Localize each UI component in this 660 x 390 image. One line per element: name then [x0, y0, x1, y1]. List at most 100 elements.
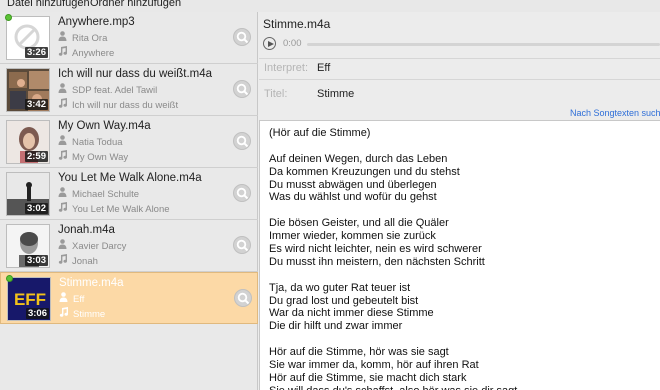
- track-artist: Xavier Darcy: [58, 239, 126, 252]
- music-note-icon: [58, 46, 68, 59]
- track-artist: SDP feat. Adel Tawil: [58, 83, 157, 96]
- track-artist-text: Michael Schulte: [72, 189, 140, 200]
- menu-bar: Datei hinzufügen Ordner hinzufügen: [0, 0, 660, 12]
- lyric-line: War da nicht immer diese Stimme: [269, 307, 434, 320]
- lyric-line: Tja, da wo guter Rat teuer ist: [269, 281, 411, 294]
- search-lyrics-link[interactable]: Nach Songtexten such: [570, 108, 660, 118]
- lyric-line: Es wird nicht leichter, nein es wird sch…: [269, 243, 482, 256]
- track-title: Anywhere.mp3: [58, 16, 135, 28]
- album-art: EFF 3:06: [7, 277, 51, 321]
- track-artist-text: Eff: [73, 294, 85, 305]
- person-icon: [58, 83, 68, 96]
- lyric-line: Hör auf die Stimme, sie macht dich stark: [269, 371, 467, 384]
- lyric-line: [269, 140, 660, 153]
- player-time: 0:00: [283, 38, 302, 49]
- track-list: 3:26 Anywhere.mp3 Rita Ora Anywhere 3:42 Ich …: [0, 12, 258, 390]
- track-row[interactable]: 3:42 Ich will nur dass du weißt.m4a SDP fe…: [0, 64, 258, 116]
- lyric-line: (Hör auf die Stimme): [269, 127, 371, 139]
- track-artist: Eff: [59, 292, 84, 305]
- track-title: Stimme.m4a: [59, 277, 124, 289]
- artist-label: Interpret:: [264, 62, 309, 74]
- person-icon: [58, 135, 68, 148]
- search-icon[interactable]: [233, 236, 251, 254]
- album-art: 2:59: [6, 120, 50, 164]
- duration-label: 2:59: [24, 151, 48, 162]
- search-icon[interactable]: [233, 80, 251, 98]
- track-album-text: You Let Me Walk Alone: [72, 204, 170, 215]
- track-artist-text: Xavier Darcy: [72, 241, 127, 252]
- album-art: 3:26: [6, 16, 50, 60]
- music-note-icon: [58, 98, 68, 111]
- track-artist-text: Rita Ora: [72, 33, 108, 44]
- lyric-line: Du musst ihn meistern, den nächsten Schr…: [269, 255, 485, 268]
- track-album: Stimme: [59, 307, 105, 320]
- track-album: My Own Way: [58, 150, 128, 163]
- person-icon: [58, 187, 68, 200]
- track-album: Jonah: [58, 254, 98, 267]
- now-playing-dot-icon: [5, 14, 12, 21]
- svg-text:EFF: EFF: [14, 290, 46, 309]
- track-album-text: Jonah: [72, 256, 98, 267]
- track-album-text: Anywhere: [72, 48, 115, 59]
- track-title: Ich will nur dass du weißt.m4a: [58, 68, 213, 80]
- lyric-line: Auf deinen Wegen, durch das Leben: [269, 152, 448, 165]
- search-icon[interactable]: [234, 289, 252, 307]
- detail-panel: Stimme.m4a 0:00 Interpret: Eff Titel: St…: [259, 12, 660, 390]
- track-row[interactable]: EFF 3:06 Stimme.m4a Eff Stimme: [0, 272, 258, 324]
- lyric-line: [269, 204, 660, 217]
- track-row[interactable]: 2:59 My Own Way.m4a Natia Todua My Own Way: [0, 116, 258, 168]
- track-title: My Own Way.m4a: [58, 120, 151, 132]
- track-row[interactable]: 3:02 You Let Me Walk Alone.m4a Michael Sch…: [0, 168, 258, 220]
- lyric-line: Immer wieder, kommen sie zurück: [269, 230, 436, 243]
- music-note-icon: [58, 254, 68, 267]
- track-artist: Natia Todua: [58, 135, 123, 148]
- add-files-menu[interactable]: Datei hinzufügen: [7, 0, 90, 9]
- lyric-line: Die dir hilft und zwar immer: [269, 320, 403, 333]
- duration-label: 3:02: [24, 203, 48, 214]
- lyric-line: Du musst abwägen und überlegen: [269, 178, 437, 191]
- add-folder-menu[interactable]: Ordner hinzufügen: [90, 0, 181, 9]
- play-icon[interactable]: [263, 37, 276, 50]
- search-icon[interactable]: [233, 132, 251, 150]
- lyric-line: Sie will dass du's schaffst, also hör wa…: [269, 385, 660, 390]
- lyric-line: Was du wählst und wofür du gehst: [269, 191, 437, 204]
- track-row[interactable]: 3:03 Jonah.m4a Xavier Darcy Jonah: [0, 220, 258, 272]
- music-note-icon: [58, 202, 68, 215]
- track-album-text: Stimme: [73, 309, 106, 320]
- track-album: You Let Me Walk Alone: [58, 202, 170, 215]
- track-title: Jonah.m4a: [58, 224, 115, 236]
- album-art: 3:42: [6, 68, 50, 112]
- track-row[interactable]: 3:26 Anywhere.mp3 Rita Ora Anywhere: [0, 12, 258, 64]
- divider: [259, 58, 660, 59]
- lyric-line: Die bösen Geister, und all die Quäler: [269, 217, 449, 230]
- track-album-text: Ich will nur dass du weißt: [72, 100, 179, 111]
- search-icon[interactable]: [233, 184, 251, 202]
- track-album-text: My Own Way: [72, 152, 129, 163]
- person-icon: [58, 31, 68, 44]
- lyric-line: [269, 269, 660, 282]
- track-album: Anywhere: [58, 46, 114, 59]
- track-artist-text: Natia Todua: [72, 137, 123, 148]
- search-icon[interactable]: [233, 28, 251, 46]
- track-album: Ich will nur dass du weißt: [58, 98, 178, 111]
- progress-bar[interactable]: [307, 43, 660, 46]
- track-artist: Michael Schulte: [58, 187, 139, 200]
- artist-value[interactable]: Eff: [317, 62, 330, 74]
- track-artist: Rita Ora: [58, 31, 107, 44]
- duration-label: 3:03: [24, 255, 48, 266]
- lyric-line: Du grad lost und gebeutelt bist: [269, 294, 419, 307]
- music-note-icon: [58, 150, 68, 163]
- lyrics-text-area[interactable]: (Hör auf die Stimme) Auf deinen Wegen, du…: [259, 120, 660, 390]
- track-title: You Let Me Walk Alone.m4a: [58, 172, 202, 184]
- player-filename: Stimme.m4a: [263, 17, 331, 31]
- album-art: 3:03: [6, 224, 50, 268]
- title-label: Titel:: [264, 88, 288, 100]
- album-art: 3:02: [6, 172, 50, 216]
- lyric-line: Hör auf die Stimme, hör was sie sagt: [269, 346, 449, 359]
- track-artist-text: SDP feat. Adel Tawil: [72, 85, 158, 96]
- lyric-line: [269, 333, 660, 346]
- lyric-line: Sie war immer da, komm, hör auf ihren Ra…: [269, 359, 479, 372]
- title-value[interactable]: Stimme: [317, 88, 354, 100]
- person-icon: [58, 239, 68, 252]
- music-note-icon: [59, 307, 69, 320]
